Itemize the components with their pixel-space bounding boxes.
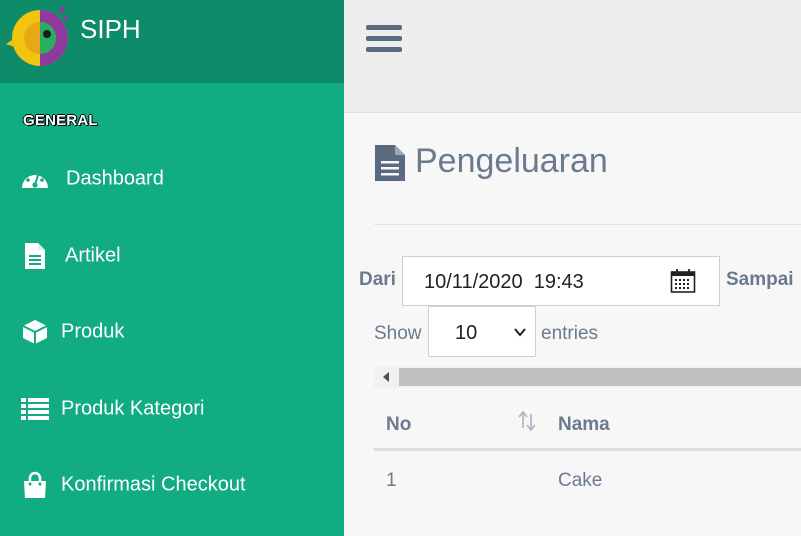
from-date-value: 10/11/2020 19:43 — [424, 271, 584, 293]
page-size-select[interactable]: 10 — [428, 306, 536, 357]
file-icon — [20, 241, 50, 271]
scrollbar-thumb[interactable] — [399, 368, 801, 386]
list-icon — [20, 394, 50, 424]
sidebar-item-dashboard[interactable]: Dashboard — [0, 149, 344, 209]
main-content: Pengeluaran Dari 10/11/2020 19:43 Sampai… — [344, 113, 801, 536]
sidebar-item-produk-kategori[interactable]: Produk Kategori — [0, 379, 344, 439]
from-date-label: Dari — [359, 269, 396, 290]
column-header-no[interactable]: No — [386, 414, 411, 436]
sidebar-item-label: Dashboard — [66, 167, 164, 190]
horizontal-scrollbar[interactable] — [374, 366, 801, 388]
sidebar-item-artikel[interactable]: Artikel — [0, 226, 344, 286]
shopping-bag-icon — [20, 470, 50, 500]
sidebar-item-produk[interactable]: Produk — [0, 302, 344, 362]
page-size-value: 10 — [455, 322, 478, 344]
table-cell-no: 1 — [386, 470, 397, 491]
sidebar: SIPH GENERAL Dashboard Artikel Produk Pr… — [0, 0, 344, 536]
column-header-nama[interactable]: Nama — [558, 414, 610, 436]
sidebar-item-label: Artikel — [65, 244, 121, 267]
sidebar-item-label: Konfirmasi Checkout — [61, 473, 246, 496]
logo — [6, 7, 68, 66]
sidebar-item-label: Produk — [61, 320, 125, 343]
brand-bar: SIPH — [0, 0, 344, 83]
dashboard-icon — [20, 164, 50, 194]
top-navbar — [344, 0, 801, 113]
file-icon — [375, 145, 405, 181]
divider — [374, 224, 801, 225]
entries-label: entries — [541, 323, 599, 344]
from-date-input[interactable]: 10/11/2020 19:43 — [402, 256, 720, 306]
menu-toggle-icon[interactable] — [366, 25, 402, 55]
page-title: Pengeluaran — [415, 142, 608, 180]
brand-name[interactable]: SIPH — [80, 14, 141, 45]
chevron-down-icon — [514, 328, 526, 337]
sidebar-item-konfirmasi-checkout[interactable]: Konfirmasi Checkout — [0, 455, 344, 515]
sidebar-item-label: Produk Kategori — [61, 397, 205, 420]
to-date-label: Sampai — [726, 269, 794, 290]
scroll-left-arrow-icon[interactable] — [374, 366, 398, 388]
cube-icon — [20, 317, 50, 347]
table-cell-nama: Cake — [558, 470, 603, 491]
calendar-icon[interactable] — [670, 268, 696, 294]
sort-icon[interactable] — [516, 410, 538, 432]
table-header-divider — [374, 448, 801, 451]
show-label: Show — [374, 323, 422, 344]
sidebar-section-title: GENERAL — [23, 112, 98, 129]
